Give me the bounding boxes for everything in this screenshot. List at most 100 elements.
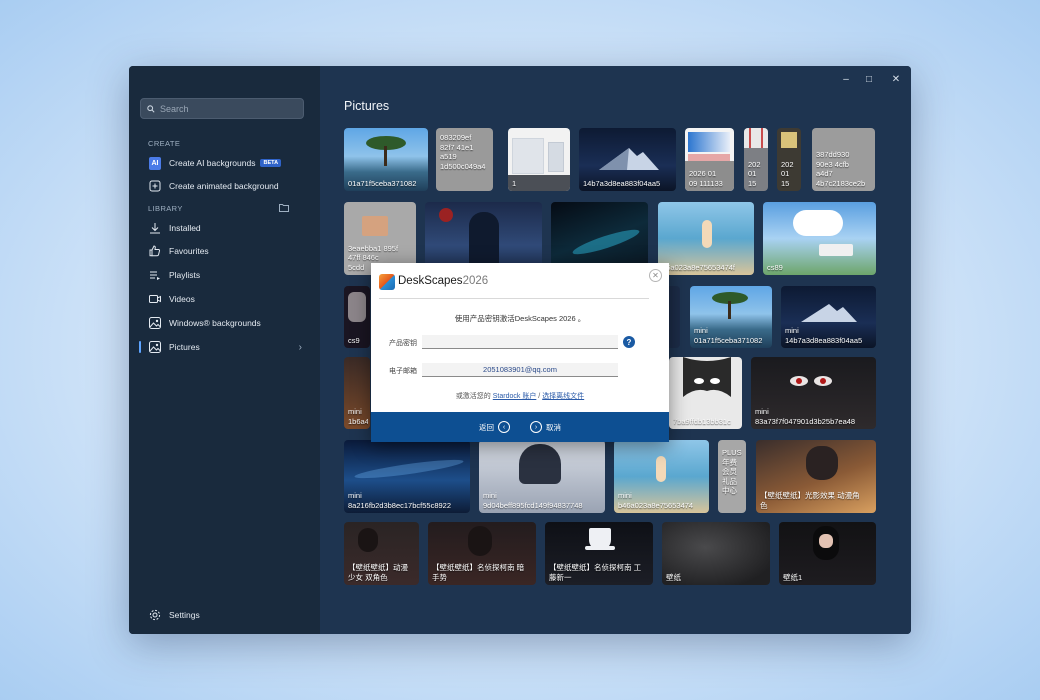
picture-tile[interactable]: mini b46a023a8e75653474 [614,440,709,513]
offline-file-link[interactable]: 选择离线文件 [542,393,584,400]
chevron-left-icon: ‹ [498,421,510,433]
tile-caption: 01a71f5ceba371082 [348,178,417,188]
chevron-right-icon: › [298,341,302,353]
back-button[interactable]: 返回 ‹ [479,421,514,433]
tile-caption: 1 [512,178,517,188]
sidebar-item-installed[interactable]: Installed [140,217,310,239]
picture-tile[interactable]: 【壁纸壁纸】动漫 少女 双角色 [344,522,419,585]
thumbs-up-icon [149,245,161,257]
search-input[interactable] [160,103,300,114]
gear-icon [149,609,161,621]
create-section-label: CREATE [148,139,181,148]
stardock-account-link[interactable]: Stardock 账户 [493,393,537,400]
deskscapes-logo-icon [379,274,395,290]
maximize-button[interactable]: □ [859,72,879,86]
tile-caption: 壁纸 [666,572,681,582]
tile-caption: mini 9d04beff895fcd149f94837748 [483,491,583,510]
picture-tile[interactable]: 【壁纸壁纸】名侦探柯南 暗 手势 [428,522,536,585]
picture-tile[interactable]: 2026 01 09 111133 [685,128,734,191]
picture-tile[interactable]: 202 01 15 [777,128,801,191]
product-key-label: 产品密钥 [389,340,417,347]
sidebar-item-label: Videos [169,294,195,304]
tile-caption: mini 1b6a4 [348,407,368,426]
sidebar-item-label: Favourites [169,246,209,256]
tile-caption: mini b46a023a8e75653474 [618,491,694,510]
tile-caption: 【壁纸壁纸】名侦探柯南 工 藤新一 [549,563,642,582]
picture-tile[interactable]: cs89 [763,202,876,275]
sidebar-item-label: Installed [169,223,201,233]
video-icon [149,293,161,305]
picture-tile[interactable]: mini 14b7a3d8ea883f04aa5 [781,286,876,348]
sidebar-item-label: Playlists [169,270,201,280]
email-field[interactable]: 2051083901@qq.com [422,363,618,377]
tile-caption: PLUS 年费 会员 礼品 中心 [722,448,742,495]
product-key-input[interactable] [422,335,618,349]
search-box[interactable] [140,98,304,119]
picture-tile[interactable]: 14b7a3d8ea883f04aa5 [579,128,676,191]
tile-caption: 【壁纸壁纸】动漫 少女 双角色 [348,563,408,582]
tile-caption: 14b7a3d8ea883f04aa5 [583,178,661,188]
dialog-title-year: 2026 [462,275,489,287]
sidebar-item-label: Settings [169,610,200,620]
sidebar-item-favourites[interactable]: Favourites [140,240,310,262]
tile-caption: 2026 01 09 111133 [689,169,723,188]
picture-tile[interactable]: mini 83a73f7f047901d3b25b7ea48 [751,357,876,429]
sidebar-item-settings[interactable]: Settings [140,604,310,626]
sidebar-item-label: Create animated background [169,181,279,191]
picture-tile[interactable]: cs9 [344,286,370,348]
picture-tile[interactable]: 387dd930 90e3 4cfb a4d7 4b7c2183ce2b [812,128,875,191]
sidebar-item-windows-backgrounds[interactable]: Windows® backgrounds [140,312,310,334]
picture-tile[interactable]: mini 9d04beff895fcd149f94837748 [479,440,605,513]
tile-caption: 【壁纸壁纸】光影效果 动漫角 色 [760,491,860,510]
beta-badge: BETA [260,159,282,167]
sidebar: CREATE AI Create AI backgrounds BETA Cre… [129,66,320,634]
dialog-close-button[interactable]: ✕ [649,269,662,282]
folder-icon[interactable] [279,203,289,212]
tile-caption: 202 01 15 [781,159,794,188]
sidebar-item-create-animated[interactable]: Create animated background [140,175,310,197]
picture-tile[interactable]: 01a71f5ceba371082 [344,128,428,191]
sidebar-item-label: Windows® backgrounds [169,318,261,328]
picture-tile[interactable]: 壁纸 [662,522,770,585]
sidebar-item-pictures[interactable]: Pictures › [139,336,310,358]
tile-caption: 7ba9ffdb13bb31c [673,416,731,426]
tile-caption: mini 14b7a3d8ea883f04aa5 [785,326,863,345]
picture-tile[interactable]: 46a023a8e75653474f [658,202,754,275]
cancel-label: 取消 [546,422,561,432]
back-label: 返回 [479,422,494,432]
tile-caption: mini 8a216fb2d3b8ec17bcf55c8922 [348,491,452,510]
sidebar-item-videos[interactable]: Videos [140,288,310,310]
minimize-button[interactable]: – [836,72,856,86]
picture-tile[interactable]: 1 [508,128,570,191]
picture-tile[interactable]: mini 01a71f5ceba371082 [690,286,772,348]
dialog-intro-text: 使用产品密钥激活DeskScapes 2026 。 [454,314,586,323]
image-icon [149,317,161,329]
email-label: 电子邮箱 [389,368,417,375]
alternative-activation-text: 或激活您的 Stardock 账户 / 选择离线文件 [371,391,669,401]
sidebar-item-playlists[interactable]: Playlists [140,264,310,286]
picture-tile[interactable]: 7ba9ffdb13bb31c [669,357,742,429]
picture-tile[interactable]: 【壁纸壁纸】光影效果 动漫角 色 [756,440,876,513]
picture-tile[interactable]: 【壁纸壁纸】名侦探柯南 工 藤新一 [545,522,653,585]
sidebar-item-create-ai[interactable]: AI Create AI backgrounds BETA [140,152,310,174]
library-section-label: LIBRARY [148,204,183,213]
ai-icon: AI [149,156,161,170]
tile-caption: 083209ef 82f7 41e1 a519 1d500c049a4 [440,133,486,171]
tile-caption: 46a023a8e75653474f [662,262,735,272]
picture-tile[interactable]: 202 01 15 [744,128,768,191]
picture-tile[interactable]: mini 1b6a4 [344,357,370,429]
picture-tile[interactable]: 壁纸1 [779,522,876,585]
picture-tile[interactable]: PLUS 年费 会员 礼品 中心 [718,440,746,513]
dialog-title-name: DeskScapes [398,275,463,287]
close-button[interactable]: ✕ [886,72,906,86]
tile-caption: mini 83a73f7f047901d3b25b7ea48 [755,407,856,426]
search-icon [147,104,155,113]
add-frame-icon [149,180,161,192]
dialog-footer: 返回 ‹ › 取消 [371,412,669,442]
tile-caption: cs89 [767,262,783,272]
cancel-button[interactable]: › 取消 [526,421,561,433]
picture-tile[interactable]: 083209ef 82f7 41e1 a519 1d500c049a4 [436,128,493,191]
tile-caption: 【壁纸壁纸】名侦探柯南 暗 手势 [432,563,525,582]
help-icon[interactable]: ? [623,336,635,348]
picture-tile[interactable]: mini 8a216fb2d3b8ec17bcf55c8922 [344,440,470,513]
